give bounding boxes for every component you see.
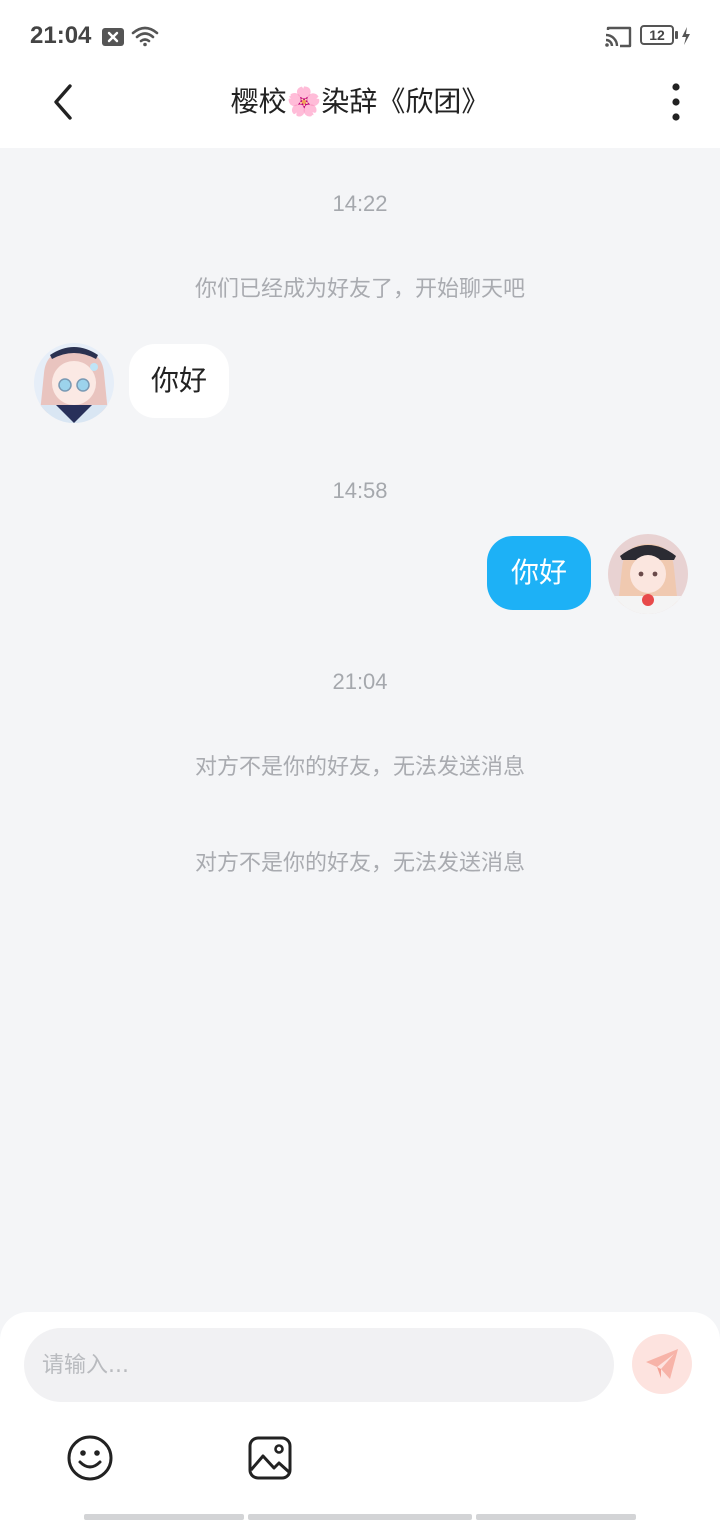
- timestamp: 14:58: [332, 478, 388, 503]
- chevron-left-icon[interactable]: [44, 82, 84, 122]
- system-message: 你们已经成为好友了，开始聊天吧: [194, 277, 525, 302]
- nav-bar: 樱校🌸染辞《欣团》: [0, 72, 720, 148]
- image-icon[interactable]: [246, 1434, 294, 1482]
- send-button[interactable]: [632, 1334, 692, 1394]
- timestamp: 14:22: [332, 191, 388, 216]
- home-indicator: [84, 1514, 244, 1520]
- my-avatar-image: [608, 534, 688, 614]
- notification-x-icon: [102, 28, 124, 46]
- smiley-icon[interactable]: [66, 1434, 114, 1482]
- home-indicator: [248, 1514, 472, 1520]
- system-message: 对方不是你的好友，无法发送消息: [194, 755, 525, 780]
- message-input[interactable]: [24, 1328, 614, 1402]
- contact-avatar[interactable]: [34, 343, 114, 423]
- charging-bolt-icon: [682, 27, 690, 45]
- cast-icon: [605, 26, 632, 48]
- battery-icon: 12: [640, 25, 674, 45]
- incoming-message-bubble[interactable]: 你好: [129, 344, 230, 418]
- input-panel: [0, 1312, 720, 1520]
- status-time: 21:04: [30, 22, 92, 49]
- chat-title: 樱校🌸染辞《欣团》: [230, 85, 490, 118]
- chat-screen: 21:04 12 樱校🌸染辞《欣团》 14:22 你们已经成为好友了，开始聊天吧…: [0, 0, 720, 1520]
- system-message: 对方不是你的好友，无法发送消息: [194, 851, 525, 876]
- my-avatar[interactable]: [608, 534, 688, 614]
- contact-avatar-image: [34, 343, 114, 423]
- wifi-icon: [131, 26, 159, 47]
- more-vertical-icon[interactable]: [660, 82, 692, 122]
- timestamp: 21:04: [332, 669, 388, 694]
- battery-level: 12: [649, 27, 665, 43]
- outgoing-message-bubble[interactable]: 你好: [486, 536, 591, 610]
- home-indicator: [476, 1514, 636, 1520]
- battery-tip: [675, 31, 678, 39]
- status-bar: 21:04 12: [0, 0, 720, 72]
- paper-plane-icon: [646, 1349, 678, 1379]
